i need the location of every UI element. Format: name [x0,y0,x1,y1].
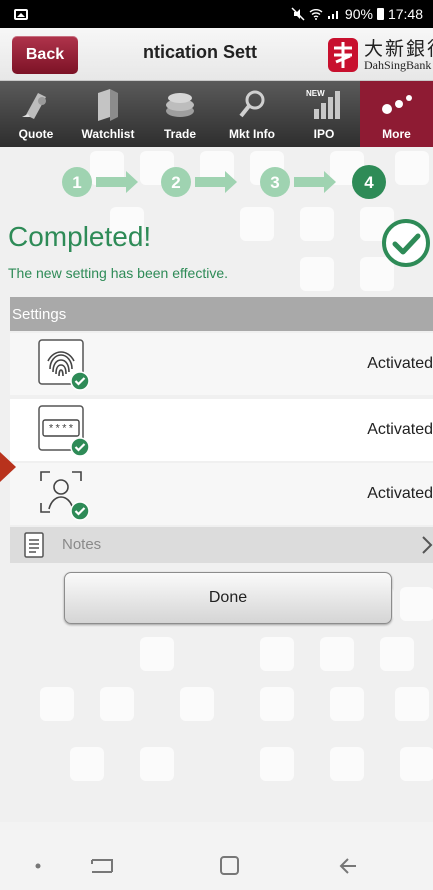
tab-quote[interactable]: Quote [0,81,72,147]
tab-more[interactable]: More [360,81,433,147]
recent-apps-icon[interactable] [91,859,113,873]
tab-label: Watchlist [81,127,135,141]
step-arrow-3-icon [294,171,336,193]
trade-icon [166,93,194,117]
tab-label: Trade [163,127,196,141]
more-icon [381,95,412,114]
home-icon[interactable] [220,856,239,875]
page-title: ntication Sett [142,42,257,62]
nav-dot-icon [35,863,41,869]
tab-ipo[interactable]: NEW IPO [288,81,360,147]
setting-row-face-id[interactable]: Activated [10,463,433,525]
pin-mask: **** [48,424,74,436]
tab-mkt-info[interactable]: Mkt Info [216,81,288,147]
battery-icon [376,8,384,20]
new-badge: NEW [306,89,325,98]
quote-icon [22,93,46,119]
bank-logo: 大新銀行 DahSingBank [324,32,433,78]
mkt-info-icon [239,90,265,118]
bottom-tab-bar: Quote Watchlist Trade Mkt Info NEW IPO M… [0,81,433,147]
step-2-label: 2 [171,173,180,192]
tab-label: IPO [313,127,335,141]
back-nav-icon[interactable] [339,858,356,874]
completed-heading: Completed! [8,221,152,252]
logo-chinese-text: 大新銀行 [364,38,433,60]
tab-label: Mkt Info [229,127,275,141]
pin-status: Activated [367,421,433,438]
step-2: 2 [161,167,191,197]
success-check-icon [382,219,430,267]
logo-english-text: DahSingBank [364,58,432,72]
clock: 17:48 [387,6,423,22]
notes-row[interactable]: Notes [10,527,433,563]
setting-row-fingerprint[interactable]: Activated [10,333,433,395]
system-navigation-bar [0,822,433,890]
image-notification-icon [14,8,28,20]
fingerprint-icon [38,339,90,391]
mute-icon [291,7,305,21]
completed-message: The new setting has been effective. [8,265,228,281]
setting-row-pin[interactable]: **** Activated [10,399,433,461]
tab-label: More [382,127,411,141]
signal-icon [327,11,338,19]
face-id-status: Activated [367,485,433,502]
wifi-icon [309,9,323,20]
pointer-arrow-icon [0,452,16,482]
done-button[interactable]: Done [64,572,392,624]
step-1-label: 1 [72,173,81,192]
step-3: 3 [260,167,290,197]
ipo-icon: NEW [306,89,340,119]
step-indicator: 1 2 3 4 [62,165,386,199]
notes-label: Notes [62,536,102,553]
chevron-right-icon [422,536,433,554]
step-1: 1 [62,167,92,197]
status-bar: 90% 17:48 [0,0,433,28]
step-arrow-1-icon [96,171,138,193]
pin-code-icon: **** [38,405,90,457]
main-content: 1 2 3 4 Completed! The new setting has b… [0,147,433,822]
app-header: Back ntication Sett 大新銀行 DahSingBank [0,28,433,81]
battery-percent: 90% [344,6,373,22]
tab-trade[interactable]: Trade [144,81,216,147]
back-button[interactable]: Back [12,36,78,74]
dahsing-logo-icon [328,38,358,72]
document-icon [24,532,44,558]
tab-label: Quote [18,127,54,141]
fingerprint-status: Activated [367,355,433,372]
tab-watchlist[interactable]: Watchlist [72,81,144,147]
face-id-icon [40,471,90,521]
settings-section-header: Settings [10,297,433,331]
step-3-label: 3 [270,173,279,192]
step-4-current: 4 [352,165,386,199]
watchlist-icon [98,89,118,121]
step-4-label: 4 [364,173,374,192]
step-arrow-2-icon [195,171,237,193]
